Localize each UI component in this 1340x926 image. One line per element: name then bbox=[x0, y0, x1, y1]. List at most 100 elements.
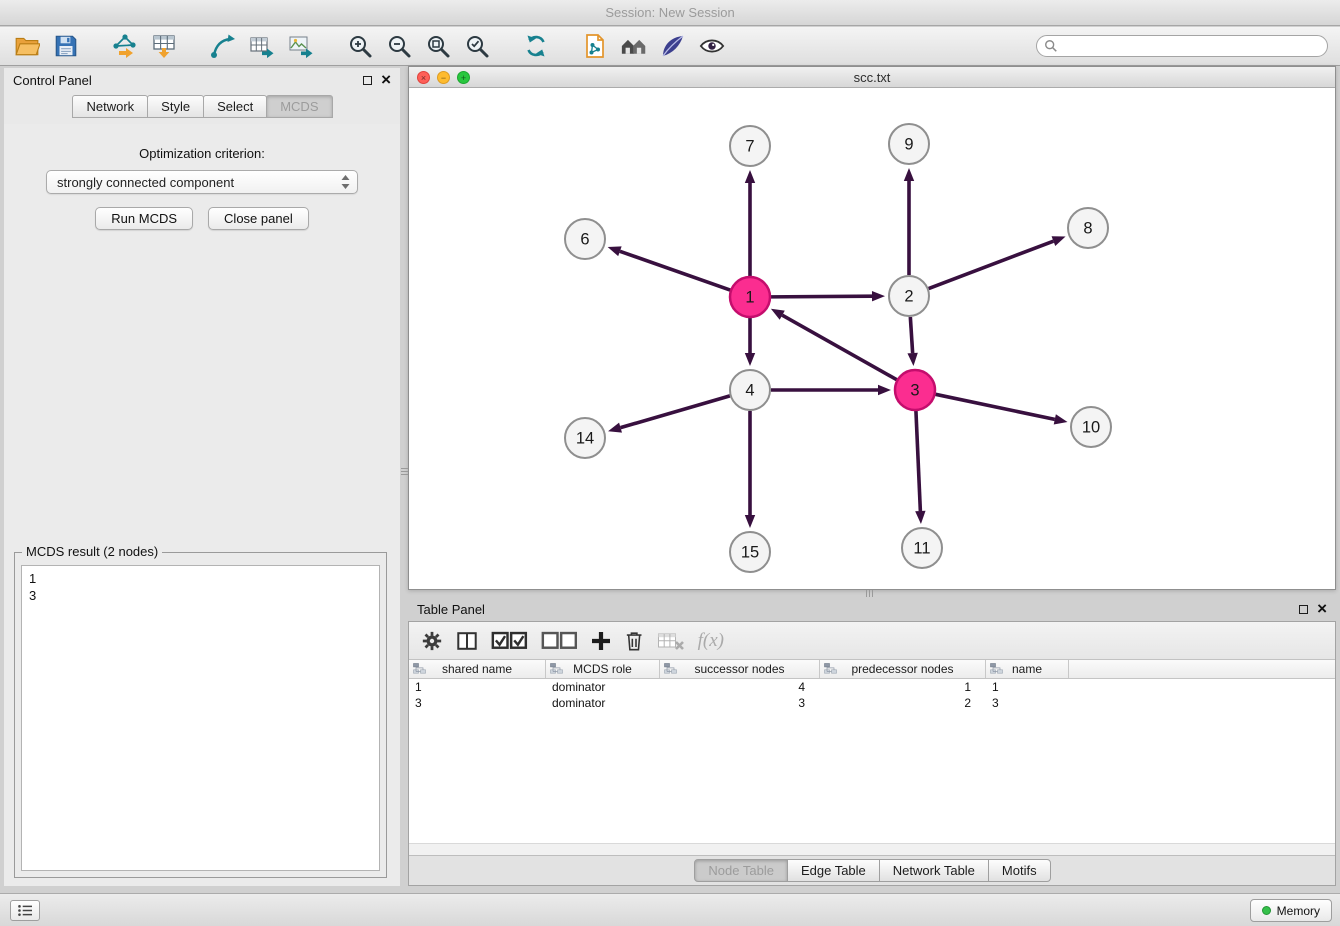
graph-edge-1-2[interactable] bbox=[771, 291, 885, 301]
graph-edge-4-3[interactable] bbox=[771, 385, 891, 395]
tab-motifs[interactable]: Motifs bbox=[988, 859, 1051, 882]
tab-style[interactable]: Style bbox=[147, 95, 204, 118]
function-builder-icon[interactable]: f(x) bbox=[698, 630, 724, 652]
delete-table-icon[interactable] bbox=[657, 627, 685, 655]
graph-node-8[interactable]: 8 bbox=[1068, 208, 1108, 248]
graph-edge-2-8[interactable] bbox=[929, 236, 1066, 288]
optimization-select[interactable]: strongly connected component bbox=[46, 170, 358, 194]
cell-shared-name[interactable]: 1 bbox=[409, 679, 546, 695]
graph-node-14[interactable]: 14 bbox=[565, 418, 605, 458]
cell-successor-nodes[interactable]: 4 bbox=[660, 679, 820, 695]
cell-predecessor-nodes[interactable]: 2 bbox=[820, 695, 986, 711]
table-empty-area[interactable] bbox=[409, 711, 1335, 843]
graph-node-7[interactable]: 7 bbox=[730, 126, 770, 166]
zoom-fit-icon[interactable] bbox=[423, 31, 453, 61]
close-window-icon[interactable]: × bbox=[417, 71, 430, 84]
save-icon[interactable] bbox=[51, 31, 81, 61]
open-folder-icon[interactable] bbox=[12, 31, 42, 61]
cell-predecessor-nodes[interactable]: 1 bbox=[820, 679, 986, 695]
graph-edge-2-3[interactable] bbox=[907, 317, 917, 366]
select-all-icon[interactable] bbox=[491, 627, 528, 655]
image-export-icon[interactable] bbox=[286, 31, 316, 61]
first-neighbors-icon[interactable] bbox=[619, 31, 649, 61]
deselect-all-icon[interactable] bbox=[541, 627, 578, 655]
minimize-window-icon[interactable]: − bbox=[437, 71, 450, 84]
column-header-successor-nodes[interactable]: successor nodes bbox=[660, 660, 820, 678]
graph-node-2[interactable]: 2 bbox=[889, 276, 929, 316]
graph-node-6[interactable]: 6 bbox=[565, 219, 605, 259]
network-canvas[interactable]: 7 9 6 8 1 2 4 3 14 10 15 11 bbox=[409, 88, 1335, 589]
mcds-result-box: MCDS result (2 nodes) 1 3 bbox=[14, 552, 387, 878]
table-export-icon[interactable] bbox=[247, 31, 277, 61]
graph-edge-3-10[interactable] bbox=[936, 394, 1068, 424]
column-header-predecessor-nodes[interactable]: predecessor nodes bbox=[820, 660, 986, 678]
style-document-icon[interactable] bbox=[580, 31, 610, 61]
tab-edge-table[interactable]: Edge Table bbox=[787, 859, 880, 882]
graph-edge-1-4[interactable] bbox=[745, 318, 755, 366]
cell-name[interactable]: 3 bbox=[986, 695, 1069, 711]
search-input[interactable] bbox=[1036, 35, 1328, 57]
run-mcds-button[interactable]: Run MCDS bbox=[95, 207, 193, 230]
cell-mcds-role[interactable]: dominator bbox=[546, 679, 660, 695]
paint-style-icon[interactable] bbox=[658, 31, 688, 61]
add-icon[interactable] bbox=[590, 627, 612, 655]
float-panel-icon[interactable] bbox=[363, 76, 372, 85]
toolbar-separator bbox=[188, 46, 199, 47]
table-row[interactable]: 1dominator411 bbox=[409, 679, 1335, 695]
graph-node-9[interactable]: 9 bbox=[889, 124, 929, 164]
delete-icon[interactable] bbox=[625, 627, 643, 655]
cell-shared-name[interactable]: 3 bbox=[409, 695, 546, 711]
tab-node-table[interactable]: Node Table bbox=[694, 859, 788, 882]
window-titlebar[interactable]: Session: New Session bbox=[0, 0, 1340, 26]
network-window-titlebar[interactable]: × − + scc.txt bbox=[409, 67, 1335, 88]
graph-node-4[interactable]: 4 bbox=[730, 370, 770, 410]
svg-text:11: 11 bbox=[913, 540, 930, 558]
cell-name[interactable]: 1 bbox=[986, 679, 1069, 695]
float-table-panel-icon[interactable] bbox=[1299, 605, 1308, 614]
graph-edge-1-6[interactable] bbox=[608, 246, 731, 290]
tab-select[interactable]: Select bbox=[203, 95, 267, 118]
graph-node-11[interactable]: 11 bbox=[902, 528, 942, 568]
table-tabs: Node TableEdge TableNetwork TableMotifs bbox=[409, 855, 1335, 885]
show-graphics-icon[interactable] bbox=[697, 31, 727, 61]
table-row[interactable]: 3dominator323 bbox=[409, 695, 1335, 711]
graph-edge-4-15[interactable] bbox=[745, 411, 755, 528]
column-header-shared-name[interactable]: shared name bbox=[409, 660, 546, 678]
columns-icon[interactable] bbox=[456, 627, 478, 655]
mcds-result-area[interactable]: 1 3 bbox=[21, 565, 380, 871]
graph-node-3[interactable]: 3 bbox=[895, 370, 935, 410]
graph-node-10[interactable]: 10 bbox=[1071, 407, 1111, 447]
import-network-icon[interactable] bbox=[110, 31, 140, 61]
refresh-icon[interactable] bbox=[521, 31, 551, 61]
settings-icon[interactable] bbox=[421, 627, 443, 655]
memory-button[interactable]: Memory bbox=[1250, 899, 1332, 922]
zoom-selected-icon[interactable] bbox=[462, 31, 492, 61]
zoom-in-icon[interactable] bbox=[345, 31, 375, 61]
column-header-mcds-role[interactable]: MCDS role bbox=[546, 660, 660, 678]
close-table-panel-icon[interactable]: × bbox=[1317, 602, 1327, 616]
close-panel-button[interactable]: Close panel bbox=[208, 207, 309, 230]
task-history-button[interactable] bbox=[10, 900, 40, 921]
tab-network-table[interactable]: Network Table bbox=[879, 859, 989, 882]
tab-mcds[interactable]: MCDS bbox=[266, 95, 332, 118]
vertical-splitter[interactable] bbox=[401, 468, 408, 475]
graph-edge-1-7[interactable] bbox=[745, 170, 755, 276]
new-network-icon[interactable] bbox=[208, 31, 238, 61]
graph-edge-3-1[interactable] bbox=[771, 309, 897, 380]
graph-edge-3-11[interactable] bbox=[915, 411, 925, 524]
graph-edge-2-9[interactable] bbox=[904, 168, 914, 275]
import-table-icon[interactable] bbox=[149, 31, 179, 61]
table-scrollbar[interactable] bbox=[409, 843, 1335, 855]
zoom-out-icon[interactable] bbox=[384, 31, 414, 61]
close-panel-icon[interactable]: × bbox=[381, 73, 391, 87]
graph-edge-4-14[interactable] bbox=[608, 396, 730, 433]
graph-node-15[interactable]: 15 bbox=[730, 532, 770, 572]
column-header-name[interactable]: name bbox=[986, 660, 1069, 678]
column-tree-icon bbox=[413, 663, 426, 675]
tab-network[interactable]: Network bbox=[72, 95, 148, 118]
horizontal-splitter[interactable] bbox=[866, 590, 873, 597]
graph-node-1[interactable]: 1 bbox=[730, 277, 770, 317]
cell-successor-nodes[interactable]: 3 bbox=[660, 695, 820, 711]
maximize-window-icon[interactable]: + bbox=[457, 71, 470, 84]
cell-mcds-role[interactable]: dominator bbox=[546, 695, 660, 711]
